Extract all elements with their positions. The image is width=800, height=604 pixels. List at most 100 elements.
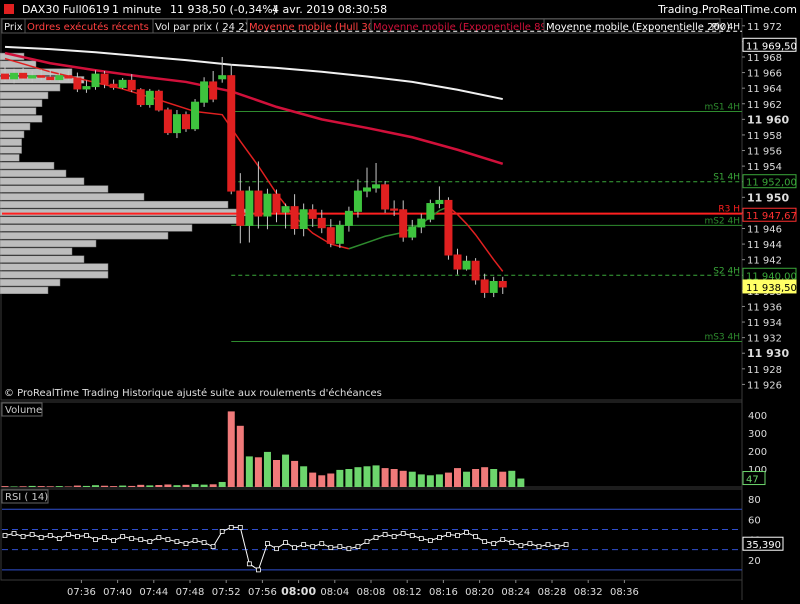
header-price-change: 11 938,50 (-0,34%): [170, 3, 277, 16]
price-tick-label: 11 946: [747, 224, 782, 235]
rsi-point: [500, 537, 506, 542]
volume-profile-bar: [0, 263, 109, 271]
rsi-point: [482, 539, 488, 544]
candle-body: [100, 73, 109, 85]
rsi-point: [427, 538, 433, 543]
candle-body: [91, 73, 100, 88]
candle-body: [218, 75, 227, 80]
volume-title: Volume: [5, 405, 42, 416]
rsi-line: [4, 526, 567, 571]
rsi-point: [165, 537, 171, 542]
volume-bar: [64, 486, 72, 487]
volume-bar: [444, 472, 452, 487]
volume-bar: [408, 471, 416, 487]
candle-body: [372, 184, 381, 189]
price-tick-label: 11 930: [747, 347, 789, 360]
volume-bar: [300, 466, 308, 487]
candle-body: [37, 75, 46, 78]
volume-bar: [227, 411, 235, 487]
candle-body: [453, 254, 462, 270]
header-symbol: DAX30 Full0619: [22, 3, 110, 16]
volume-bar: [155, 485, 163, 487]
volume-profile-bar: [0, 232, 169, 240]
candle-body: [326, 227, 335, 244]
price-tick-label: 11 958: [747, 131, 782, 142]
candle-body: [344, 210, 353, 226]
level-label: Piv 4H: [712, 22, 740, 32]
rsi-point: [536, 544, 542, 550]
header-site: Trading.ProRealTime.com: [657, 3, 797, 16]
candle-body: [471, 260, 480, 281]
time-tick-label: 08:12: [393, 587, 422, 598]
rsi-point: [120, 534, 126, 539]
trading-chart: DAX30 Full0619 1 minute 11 938,50 (-0,34%)…: [0, 0, 800, 600]
rsi-point: [192, 538, 198, 543]
header-timeframe: 1 minute: [112, 3, 162, 16]
ema89-line: [4, 51, 504, 165]
candle-body: [191, 101, 200, 130]
panel-frames: [0, 0, 743, 600]
volume-profile-bar: [0, 122, 31, 131]
volume-profile-bar: [0, 84, 61, 92]
price-tick-label: 11 972: [747, 22, 782, 33]
rsi-point: [364, 539, 370, 544]
time-tick-label: 07:40: [103, 587, 132, 598]
price-tick-label: 11 962: [747, 100, 782, 111]
chart-canvas: DAX30 Full0619 1 minute 11 938,50 (-0,34%)…: [0, 0, 800, 600]
candle-body: [299, 209, 308, 229]
volume-profile-bar: [0, 278, 61, 287]
candle-body: [480, 279, 489, 293]
volume-bar: [10, 486, 18, 487]
price-tick-label: 11 932: [747, 334, 782, 345]
volume-bar: [417, 474, 425, 487]
candle-body: [73, 77, 82, 90]
volume-profile-bar: [0, 216, 241, 224]
volume-bar: [164, 484, 172, 487]
rsi-point: [391, 534, 397, 539]
rsi-point: [2, 533, 8, 538]
volume-profile-bar: [0, 224, 193, 232]
candle-body: [335, 224, 344, 244]
volume-bar: [37, 486, 45, 487]
candle-body: [417, 218, 426, 228]
header-datetime: 4 avr. 2019 08:30:58: [272, 3, 387, 16]
rsi-point: [255, 567, 261, 573]
candle-body: [245, 190, 254, 226]
candle-body: [272, 193, 281, 213]
volume-profile-bar: [0, 138, 22, 146]
volume-profile-bar: [0, 193, 145, 201]
volume-profile-bar: [0, 169, 67, 178]
legend-prix: Prix: [4, 22, 23, 33]
rsi-point: [102, 535, 107, 540]
volume-profile-bar: [0, 271, 109, 279]
volume-bar: [499, 471, 507, 487]
volume-bar: [46, 486, 54, 487]
candle-body: [236, 190, 245, 226]
candle-body: [209, 81, 218, 100]
rsi-point: [545, 542, 551, 548]
volume-bar: [282, 454, 290, 487]
candle-body: [1, 73, 9, 80]
volume-profile-bar: [0, 161, 55, 170]
volume-profile-bar: [0, 146, 22, 154]
candle-body: [290, 206, 299, 229]
rsi-point: [84, 533, 89, 538]
volume-bar: [73, 485, 81, 487]
candle-body: [381, 184, 390, 210]
candle-body: [82, 86, 91, 90]
rsi-title: RSI ( 14): [5, 492, 48, 503]
rsi-point: [47, 533, 53, 538]
time-tick-label: 08:20: [465, 587, 494, 598]
volume-bar: [481, 467, 489, 487]
candle-body: [353, 190, 362, 212]
time-tick-label: 08:28: [538, 587, 567, 598]
volume-bar: [517, 478, 525, 487]
candle-body: [163, 109, 172, 134]
rsi-point: [75, 534, 80, 539]
volume-bar: [336, 469, 344, 487]
rsi-point: [65, 532, 71, 537]
rsi-point: [111, 538, 116, 543]
volume-bar: [508, 470, 516, 487]
volume-profile-bar: [0, 154, 20, 162]
rsi-point: [518, 543, 524, 549]
